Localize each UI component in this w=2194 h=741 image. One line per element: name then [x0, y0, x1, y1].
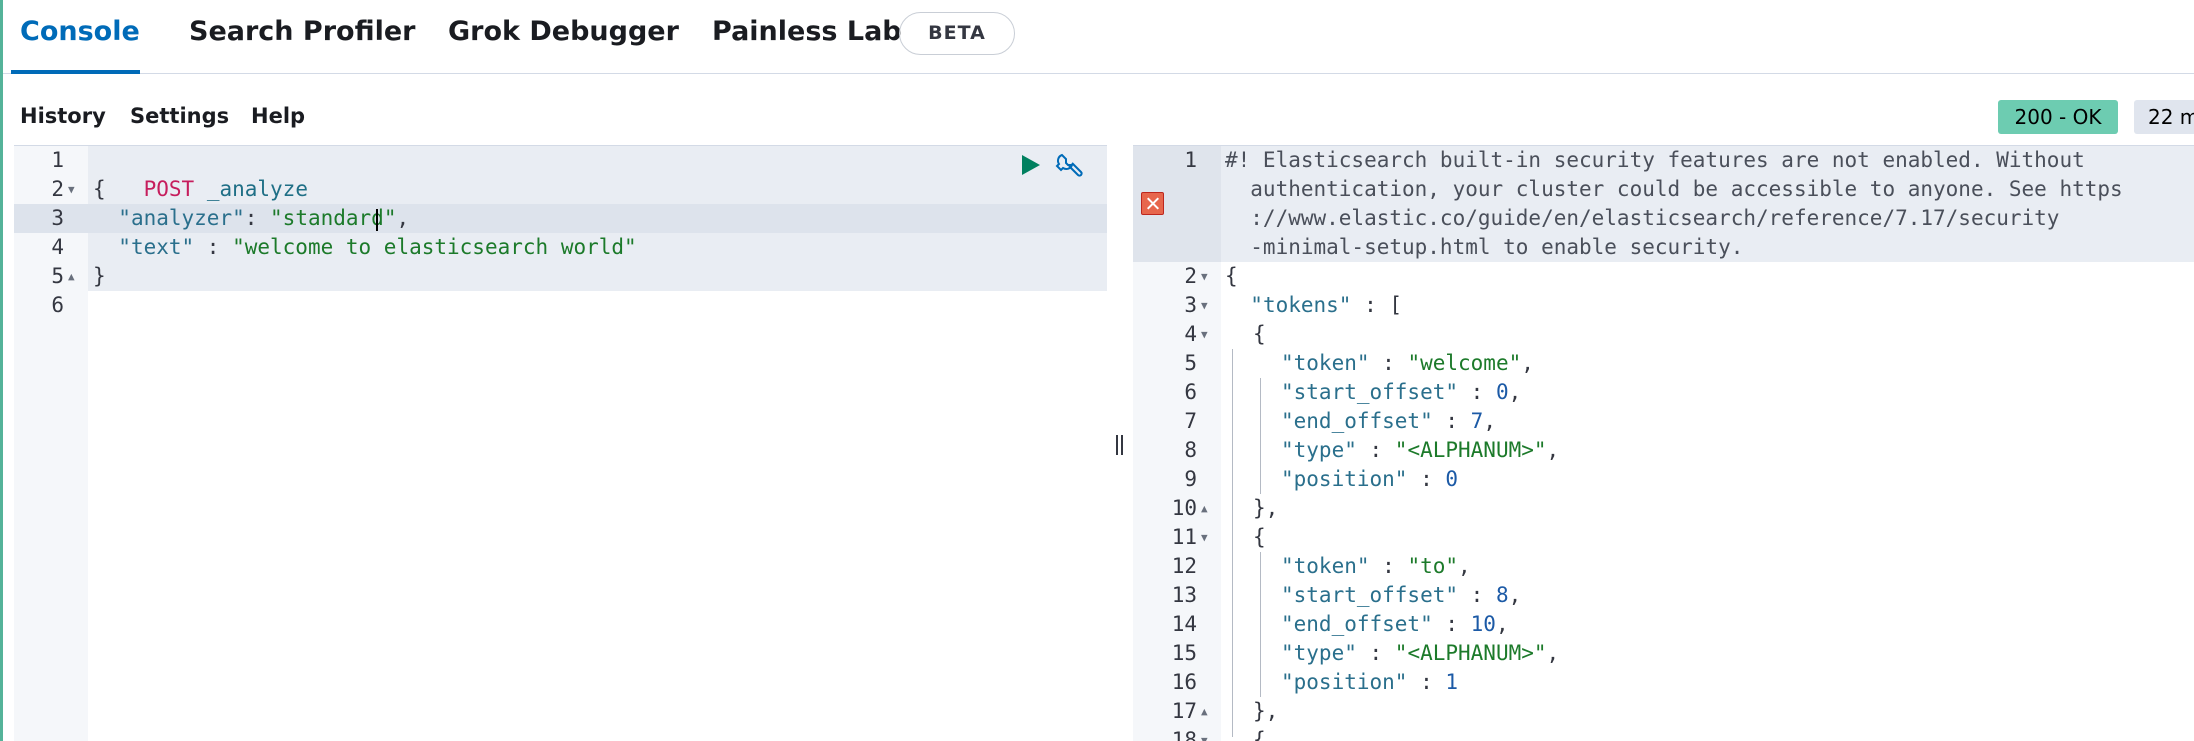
line-number: 17	[1171, 699, 1197, 723]
response-line-9: "position" : 0	[1281, 467, 1459, 491]
line-number: 4	[1184, 322, 1197, 346]
tab-search-profiler[interactable]: Search Profiler	[189, 16, 415, 47]
response-line-16: "position" : 1	[1281, 670, 1459, 694]
indent-guide	[1260, 378, 1261, 494]
app-tabs: Console Search Profiler Grok Debugger Pa…	[3, 0, 2194, 74]
request-line-4: "text" : "welcome to elasticsearch world…	[118, 235, 637, 259]
line-number: 6	[51, 293, 64, 317]
response-line-13: "start_offset" : 8,	[1281, 583, 1522, 607]
response-line-7: "end_offset" : 7,	[1281, 409, 1496, 433]
line-number: 6	[1184, 380, 1197, 404]
panel-resizer[interactable]	[1107, 145, 1133, 741]
token-object-open: {	[1253, 525, 1266, 549]
line-number: 14	[1171, 612, 1197, 636]
tab-painless-lab[interactable]: Painless Lab	[712, 16, 902, 47]
line-number: 15	[1171, 641, 1197, 665]
line-number: 16	[1171, 670, 1197, 694]
line-number: 1	[1184, 148, 1197, 172]
wrench-icon[interactable]	[1054, 151, 1084, 181]
request-line-1: POST _analyze	[93, 146, 308, 201]
token-object-close: },	[1253, 496, 1279, 520]
request-time-badge: 22 m	[2134, 100, 2194, 134]
line-number: 1	[51, 148, 64, 172]
resize-handle-icon[interactable]	[1114, 435, 1126, 455]
line-number: 10	[1171, 496, 1197, 520]
line-number: 3	[1184, 293, 1197, 317]
request-url: _analyze	[206, 177, 308, 201]
help-button[interactable]: Help	[251, 104, 305, 128]
fold-down-icon[interactable]: ▼	[68, 175, 75, 204]
warning-line: ://www.elastic.co/guide/en/elasticsearch…	[1225, 206, 2060, 230]
line-number: 3	[51, 206, 64, 230]
tab-grok-debugger[interactable]: Grok Debugger	[448, 16, 679, 47]
line-number: 4	[51, 235, 64, 259]
fold-down-icon[interactable]: ▼	[1201, 523, 1208, 552]
response-line-6: "start_offset" : 0,	[1281, 380, 1522, 404]
indent-guide	[1260, 552, 1261, 697]
active-tab-indicator	[11, 70, 140, 74]
left-accent-rail	[0, 0, 3, 741]
fold-down-icon[interactable]: ▼	[1201, 262, 1208, 291]
response-line-5: "token" : "welcome",	[1281, 351, 1534, 375]
line-number: 11	[1171, 525, 1197, 549]
error-icon[interactable]	[1141, 192, 1164, 215]
warning-line: authentication, your cluster could be ac…	[1225, 177, 2123, 201]
request-method: POST	[143, 177, 195, 201]
warning-line: #! Elasticsearch built-in security featu…	[1225, 148, 2085, 172]
request-close-brace: }	[93, 264, 106, 288]
text-cursor	[376, 209, 378, 231]
token-object-open: {	[1253, 728, 1266, 741]
line-number: 5	[1184, 351, 1197, 375]
indent-guide	[1232, 349, 1233, 737]
response-editor[interactable]: 1 2 ▼ 3 ▼ 4 ▼ 5 6 7 8 9 10 ▲ 11 ▼ 12 13 …	[1133, 145, 2194, 741]
fold-up-icon[interactable]: ▲	[68, 262, 75, 291]
fold-up-icon[interactable]: ▲	[1201, 697, 1208, 726]
request-line-3: "analyzer": "standard",	[118, 206, 410, 230]
tab-console[interactable]: Console	[20, 16, 140, 47]
response-line-8: "type" : "<ALPHANUM>",	[1281, 438, 1560, 462]
line-number: 13	[1171, 583, 1197, 607]
line-number: 7	[1184, 409, 1197, 433]
warning-line: -minimal-setup.html to enable security.	[1225, 235, 1744, 259]
fold-down-icon[interactable]: ▼	[1201, 291, 1208, 320]
request-editor[interactable]: 1 2 ▼ 3 4 5 ▲ 6 POST _analyze { "analyze…	[14, 145, 1107, 741]
settings-button[interactable]: Settings	[130, 104, 229, 128]
line-number: 2	[1184, 264, 1197, 288]
line-number: 12	[1171, 554, 1197, 578]
response-line-14: "end_offset" : 10,	[1281, 612, 1509, 636]
play-icon[interactable]	[1018, 153, 1042, 177]
line-number: 18	[1171, 728, 1197, 741]
response-line-12: "token" : "to",	[1281, 554, 1471, 578]
beta-badge: BETA	[899, 12, 1015, 55]
response-open-brace: {	[1225, 264, 1238, 288]
token-object-close: },	[1253, 699, 1279, 723]
line-number: 8	[1184, 438, 1197, 462]
status-badge: 200 - OK	[1998, 100, 2118, 134]
line-number: 9	[1184, 467, 1197, 491]
history-button[interactable]: History	[20, 104, 106, 128]
response-line-3: "tokens" : [	[1250, 293, 1403, 317]
request-open-brace: {	[93, 177, 106, 201]
fold-down-icon[interactable]: ▼	[1201, 726, 1208, 741]
fold-down-icon[interactable]: ▼	[1201, 320, 1208, 349]
response-line-15: "type" : "<ALPHANUM>",	[1281, 641, 1560, 665]
line-number: 5	[51, 264, 64, 288]
token-object-open: {	[1253, 322, 1266, 346]
line-number: 2	[51, 177, 64, 201]
fold-up-icon[interactable]: ▲	[1201, 494, 1208, 523]
